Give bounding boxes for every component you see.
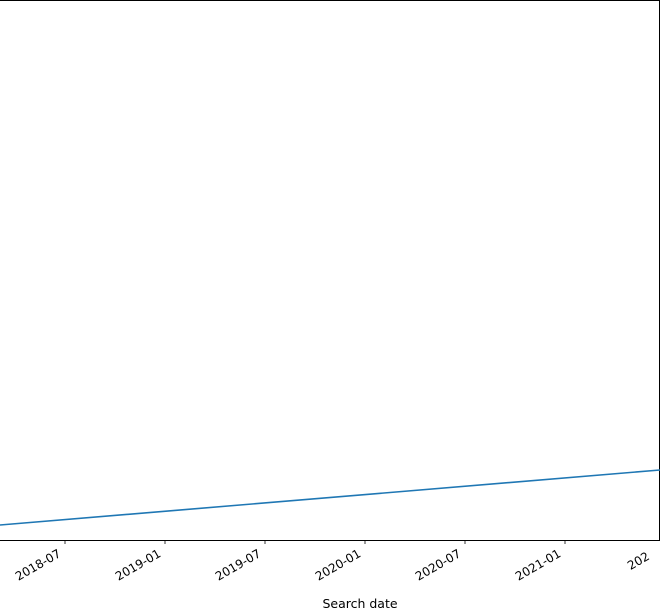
series-line — [0, 470, 660, 525]
line-chart: 2018-072019-012019-072020-012020-072021-… — [0, 0, 660, 612]
axes-frame — [0, 0, 660, 541]
x-axis-label: Search date — [300, 596, 420, 611]
chart-svg — [0, 0, 660, 612]
series-1-line — [0, 470, 660, 525]
